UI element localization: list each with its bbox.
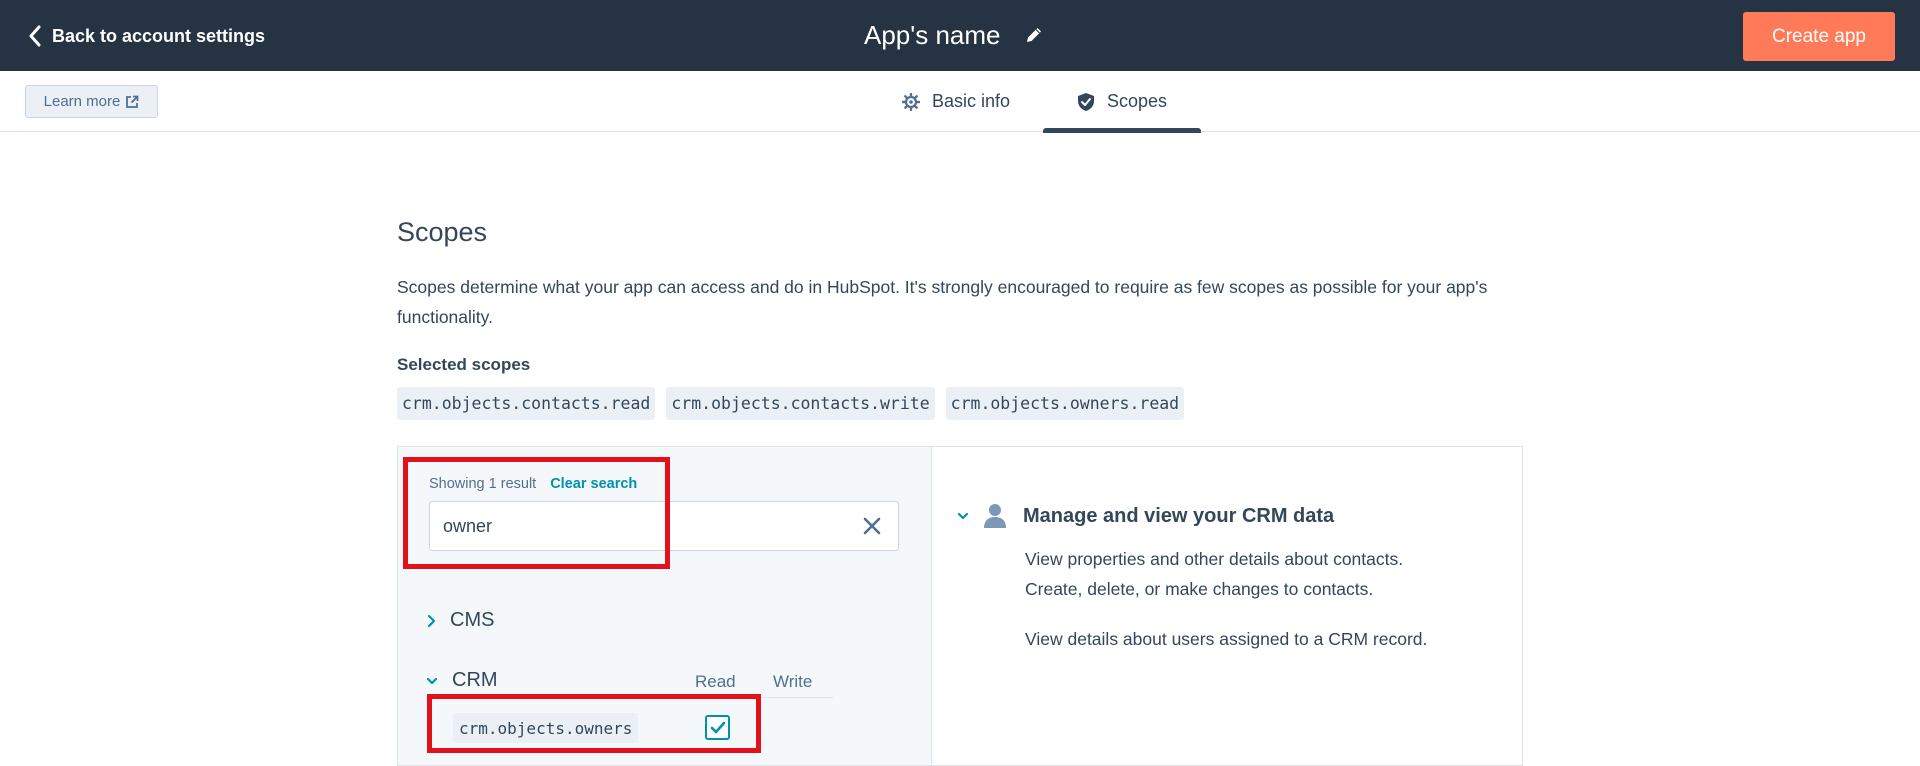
selected-scope-chip: crm.objects.contacts.read xyxy=(397,387,656,420)
create-app-button[interactable]: Create app xyxy=(1743,12,1895,61)
back-to-account-settings-link[interactable]: Back to account settings xyxy=(28,22,265,50)
learn-more-label: Learn more xyxy=(43,93,121,110)
category-crm[interactable]: CRM xyxy=(426,669,498,692)
checkmark-icon xyxy=(710,721,725,733)
selected-scope-chip: crm.objects.contacts.write xyxy=(666,387,935,420)
user-icon xyxy=(984,504,1006,528)
scope-name: crm.objects.owners xyxy=(453,713,639,743)
app-name-text: App's name xyxy=(864,19,1001,50)
clear-search-link[interactable]: Clear search xyxy=(550,476,637,492)
scope-search-column: Showing 1 result Clear search CMS CRM Re… xyxy=(398,447,932,765)
scope-detail-title: Manage and view your CRM data xyxy=(1023,504,1335,527)
scope-detail-line: View properties and other details about … xyxy=(1025,549,1404,569)
scope-detail-line: View details about users assigned to a C… xyxy=(1025,629,1428,649)
shield-check-icon xyxy=(1078,92,1094,111)
pencil-icon[interactable] xyxy=(1025,26,1043,44)
showing-results-text: Showing 1 result xyxy=(429,476,537,492)
category-cms-label: CMS xyxy=(450,609,495,631)
gear-icon xyxy=(902,92,920,111)
scope-detail-column: Manage and view your CRM data View prope… xyxy=(933,447,1522,765)
app-name-title: App's name xyxy=(864,18,1043,52)
tab-scopes[interactable]: Scopes xyxy=(1077,71,1167,132)
scope-detail-header: Manage and view your CRM data xyxy=(957,503,1334,529)
external-link-icon xyxy=(126,95,139,108)
category-cms[interactable]: CMS xyxy=(426,609,494,632)
tab-scopes-label: Scopes xyxy=(1107,91,1168,111)
read-scope-checkbox[interactable] xyxy=(705,715,730,740)
active-tab-indicator xyxy=(1043,128,1201,133)
scope-detail-line: Create, delete, or make changes to conta… xyxy=(1025,579,1374,599)
tab-basic-info[interactable]: Basic info xyxy=(902,71,1010,132)
selected-scopes-list: crm.objects.contacts.read crm.objects.co… xyxy=(397,387,1185,420)
category-crm-label: CRM xyxy=(452,669,498,691)
selected-scope-chip: crm.objects.owners.read xyxy=(945,387,1185,420)
scope-search-input[interactable] xyxy=(430,502,850,550)
tab-basic-info-label: Basic info xyxy=(932,91,1011,111)
learn-more-button[interactable]: Learn more xyxy=(25,85,158,118)
column-header-write: Write xyxy=(773,672,813,691)
chevron-down-icon xyxy=(426,677,438,684)
sub-navigation: Learn more Basic info Scopes xyxy=(0,71,1920,133)
top-bar: Back to account settings App's name Crea… xyxy=(0,0,1920,71)
scopes-panel: Showing 1 result Clear search CMS CRM Re… xyxy=(397,446,1523,766)
chevron-down-icon[interactable] xyxy=(957,511,969,521)
column-header-read: Read xyxy=(695,672,736,691)
search-result-summary: Showing 1 result Clear search xyxy=(429,476,637,492)
close-icon[interactable] xyxy=(862,516,882,536)
back-link-label: Back to account settings xyxy=(52,25,266,46)
selected-scopes-label: Selected scopes xyxy=(397,355,531,374)
chevron-left-icon xyxy=(29,25,41,47)
page-description: Scopes determine what your app can acces… xyxy=(397,277,1488,327)
column-divider xyxy=(426,697,833,698)
chevron-right-icon xyxy=(427,614,436,627)
page-title: Scopes xyxy=(397,217,488,247)
scope-search-box xyxy=(429,501,899,551)
